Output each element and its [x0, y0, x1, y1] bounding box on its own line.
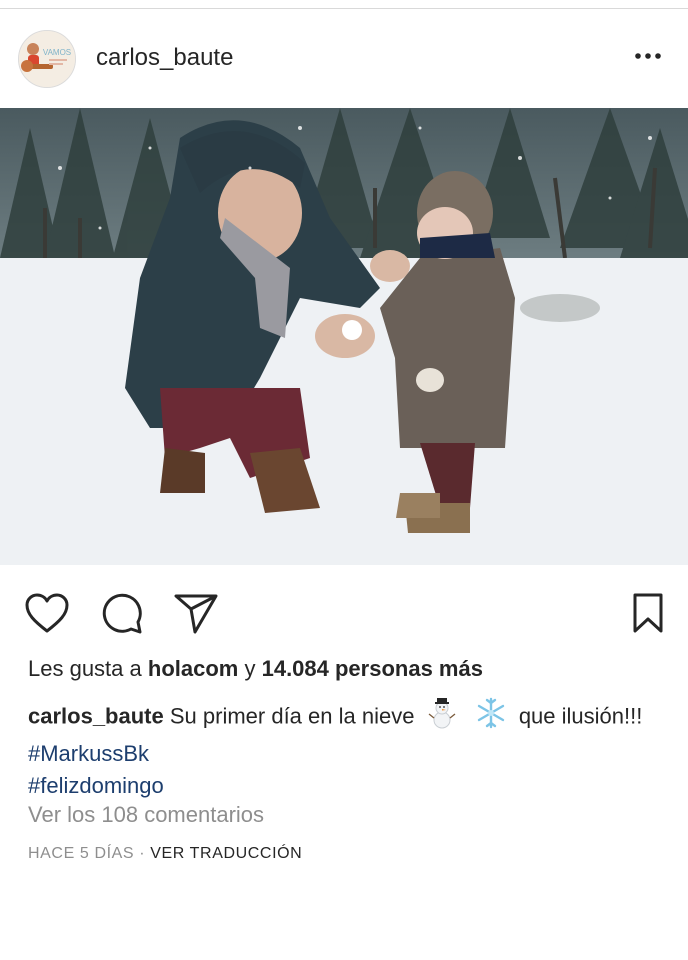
post-header: VAMOS carlos_baute — [0, 28, 688, 88]
likes-summary[interactable]: Les gusta a holacom y 14.084 personas má… — [28, 656, 483, 682]
post-timestamp: HACE 5 DÍAS — [28, 845, 135, 862]
first-liker[interactable]: holacom — [148, 656, 238, 681]
meta-separator: · — [139, 845, 146, 862]
post-actions — [0, 585, 688, 639]
caption-text-2: que ilusión!!! — [518, 703, 643, 729]
post-username[interactable]: carlos_baute — [96, 44, 233, 72]
paper-plane-icon[interactable] — [172, 589, 220, 637]
snowman-emoji — [427, 697, 457, 738]
snowflake-emoji — [475, 697, 507, 738]
more-options-icon[interactable] — [630, 38, 666, 74]
avatar-image: VAMOS — [19, 31, 75, 87]
heart-icon[interactable] — [23, 589, 71, 637]
hashtag-felizdomingo[interactable]: #felizdomingo — [28, 773, 164, 798]
likes-connector: y — [244, 656, 256, 681]
see-translation-link[interactable]: VER TRADUCCIÓN — [150, 845, 302, 862]
caption-username[interactable]: carlos_baute — [28, 703, 164, 728]
post-meta: HACE 5 DÍAS · VER TRADUCCIÓN — [28, 845, 302, 863]
comment-icon[interactable] — [98, 589, 146, 637]
avatar-text: VAMOS — [43, 48, 71, 57]
caption-text-1: Su primer día en la nieve — [169, 703, 415, 729]
top-divider — [0, 8, 688, 9]
post-photo[interactable] — [0, 108, 688, 565]
avatar[interactable]: VAMOS — [18, 30, 76, 88]
snow-scene-image — [0, 108, 688, 565]
likes-prefix: Les gusta a — [28, 656, 142, 681]
view-comments-link[interactable]: Ver los 108 comentarios — [28, 802, 264, 828]
likes-others[interactable]: 14.084 personas más — [262, 656, 483, 681]
bookmark-icon[interactable] — [624, 589, 672, 637]
hashtag-markussbk[interactable]: #MarkussBk — [28, 741, 149, 766]
post-caption: carlos_baute Su primer día en la nieve q… — [28, 697, 660, 802]
